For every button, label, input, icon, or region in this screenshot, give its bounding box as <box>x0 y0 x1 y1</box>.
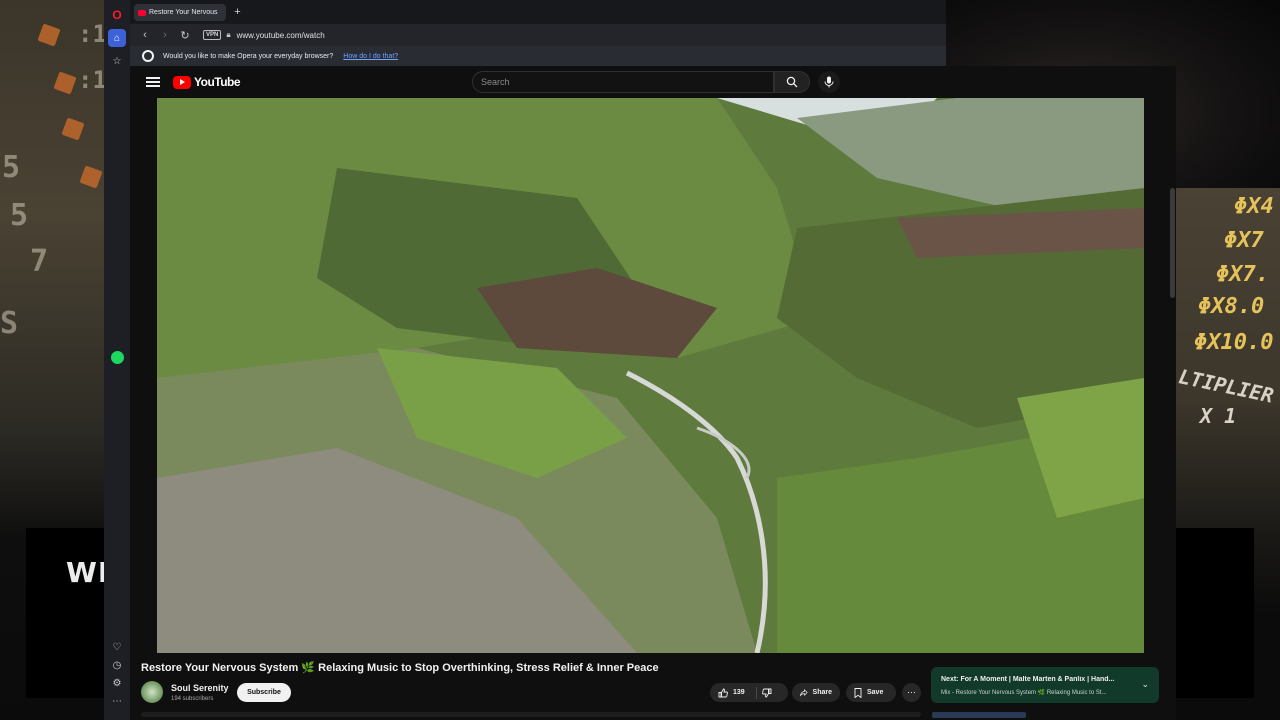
subscribe-button[interactable]: Subscribe <box>237 683 291 702</box>
youtube-wordmark: YouTube <box>194 75 241 89</box>
search-icon <box>786 76 798 88</box>
channel-avatar[interactable] <box>141 681 163 703</box>
thumbs-up-icon[interactable] <box>718 688 728 698</box>
multiplier-value: ΦX8.0 <box>1198 294 1265 319</box>
save-button[interactable]: Save <box>846 683 896 702</box>
history-icon[interactable]: ◷ <box>108 660 126 674</box>
save-label: Save <box>867 689 884 696</box>
bookmark-icon <box>854 687 862 698</box>
infobar-message: Would you like to make Opera your everyd… <box>163 52 334 60</box>
tab-strip: Restore Your Nervous + <box>130 0 946 24</box>
video-player[interactable] <box>157 98 1144 653</box>
share-icon <box>800 689 808 697</box>
share-label: Share <box>812 689 832 696</box>
home-icon[interactable]: ⌂ <box>108 29 126 47</box>
youtube-favicon-icon <box>138 9 146 16</box>
next-video-title: Next: For A Moment | Malte Marten & Panl… <box>941 676 1115 683</box>
multiplier-value: ΦX7 <box>1224 228 1264 253</box>
dice-block <box>53 71 77 95</box>
search-input[interactable]: Search <box>472 71 774 93</box>
multiplier-value: ΦX7. <box>1216 262 1269 287</box>
video-frame <box>157 98 1144 653</box>
next-video-playlist: Mix - Restore Your Nervous System 🌿 Rela… <box>941 690 1107 696</box>
video-title: Restore Your Nervous System 🌿 Relaxing M… <box>141 662 659 674</box>
back-icon[interactable]: ‹ <box>137 27 153 43</box>
default-browser-infobar: Would you like to make Opera your everyd… <box>130 46 946 66</box>
spotify-icon[interactable] <box>108 348 126 366</box>
more-icon[interactable]: ⋯ <box>108 696 126 710</box>
overlay-digit: 5 <box>2 150 21 185</box>
like-divider <box>755 686 757 699</box>
overlay-digit: :1 <box>78 66 104 94</box>
description-box-edge <box>141 712 921 717</box>
star-icon[interactable]: ☆ <box>108 52 126 70</box>
multiplier-current: X 1 <box>1200 404 1237 428</box>
subscriber-count: 194 subscribers <box>171 696 214 702</box>
new-tab-button[interactable]: + <box>231 5 244 19</box>
overlay-digit: :1 <box>78 20 104 48</box>
menu-icon[interactable] <box>146 75 160 89</box>
dice-block <box>37 23 61 47</box>
lock-icon[interactable]: 🔒︎ <box>226 30 230 40</box>
tab-youtube[interactable]: Restore Your Nervous <box>134 4 226 21</box>
settings-icon[interactable]: ⚙ <box>108 678 126 692</box>
overlay-digit: S <box>0 306 19 341</box>
infobar-link[interactable]: How do I do that? <box>343 53 398 60</box>
vpn-badge[interactable]: VPN <box>203 30 222 40</box>
like-count[interactable]: 139 <box>733 689 745 696</box>
microphone-icon <box>824 76 834 88</box>
thumbs-down-icon[interactable] <box>761 688 772 698</box>
youtube-page: YouTube Search Restore Your Nervous Syst… <box>130 66 1176 720</box>
address-bar: ‹ › ↻ VPN 🔒︎ www.youtube.com/watch <box>130 24 946 46</box>
dice-block <box>79 165 103 189</box>
stream-banner-left <box>26 528 104 698</box>
tab-title: Restore Your Nervous <box>149 9 218 16</box>
next-video-card[interactable]: Next: For A Moment | Malte Marten & Panl… <box>931 667 1159 703</box>
multiplier-value: ΦX4 <box>1234 194 1274 219</box>
youtube-logo[interactable]: YouTube <box>173 75 241 89</box>
like-dislike-group: 139 <box>710 683 788 702</box>
heart-icon[interactable]: ♡ <box>108 642 126 656</box>
search-button[interactable] <box>774 71 810 93</box>
chevron-down-icon[interactable]: ⌄ <box>1141 679 1149 690</box>
youtube-play-icon <box>173 75 191 89</box>
stream-banner-right <box>1176 528 1254 698</box>
recommended-thumbnail[interactable] <box>932 712 1026 718</box>
opera-logo-icon[interactable]: O <box>108 6 126 24</box>
forward-icon[interactable]: › <box>157 27 173 43</box>
multiplier-label: LTIPLIER <box>1176 364 1276 408</box>
overlay-digit: 7 <box>30 244 49 279</box>
more-actions-button[interactable]: ⋯ <box>902 683 921 702</box>
opera-logo-icon <box>142 50 154 62</box>
multiplier-value: ΦX10.0 <box>1194 330 1274 355</box>
url-field[interactable]: www.youtube.com/watch <box>237 31 325 40</box>
channel-name[interactable]: Soul Serenity <box>171 683 229 693</box>
reload-icon[interactable]: ↻ <box>177 27 193 43</box>
page-scrollbar[interactable] <box>1170 188 1175 298</box>
opera-sidebar: O ⌂ ☆ <box>104 0 130 720</box>
voice-search-button[interactable] <box>818 71 840 93</box>
youtube-header: YouTube Search <box>130 66 946 98</box>
share-button[interactable]: Share <box>792 683 840 702</box>
dice-block <box>61 117 85 141</box>
overlay-digit: 5 <box>10 198 29 233</box>
